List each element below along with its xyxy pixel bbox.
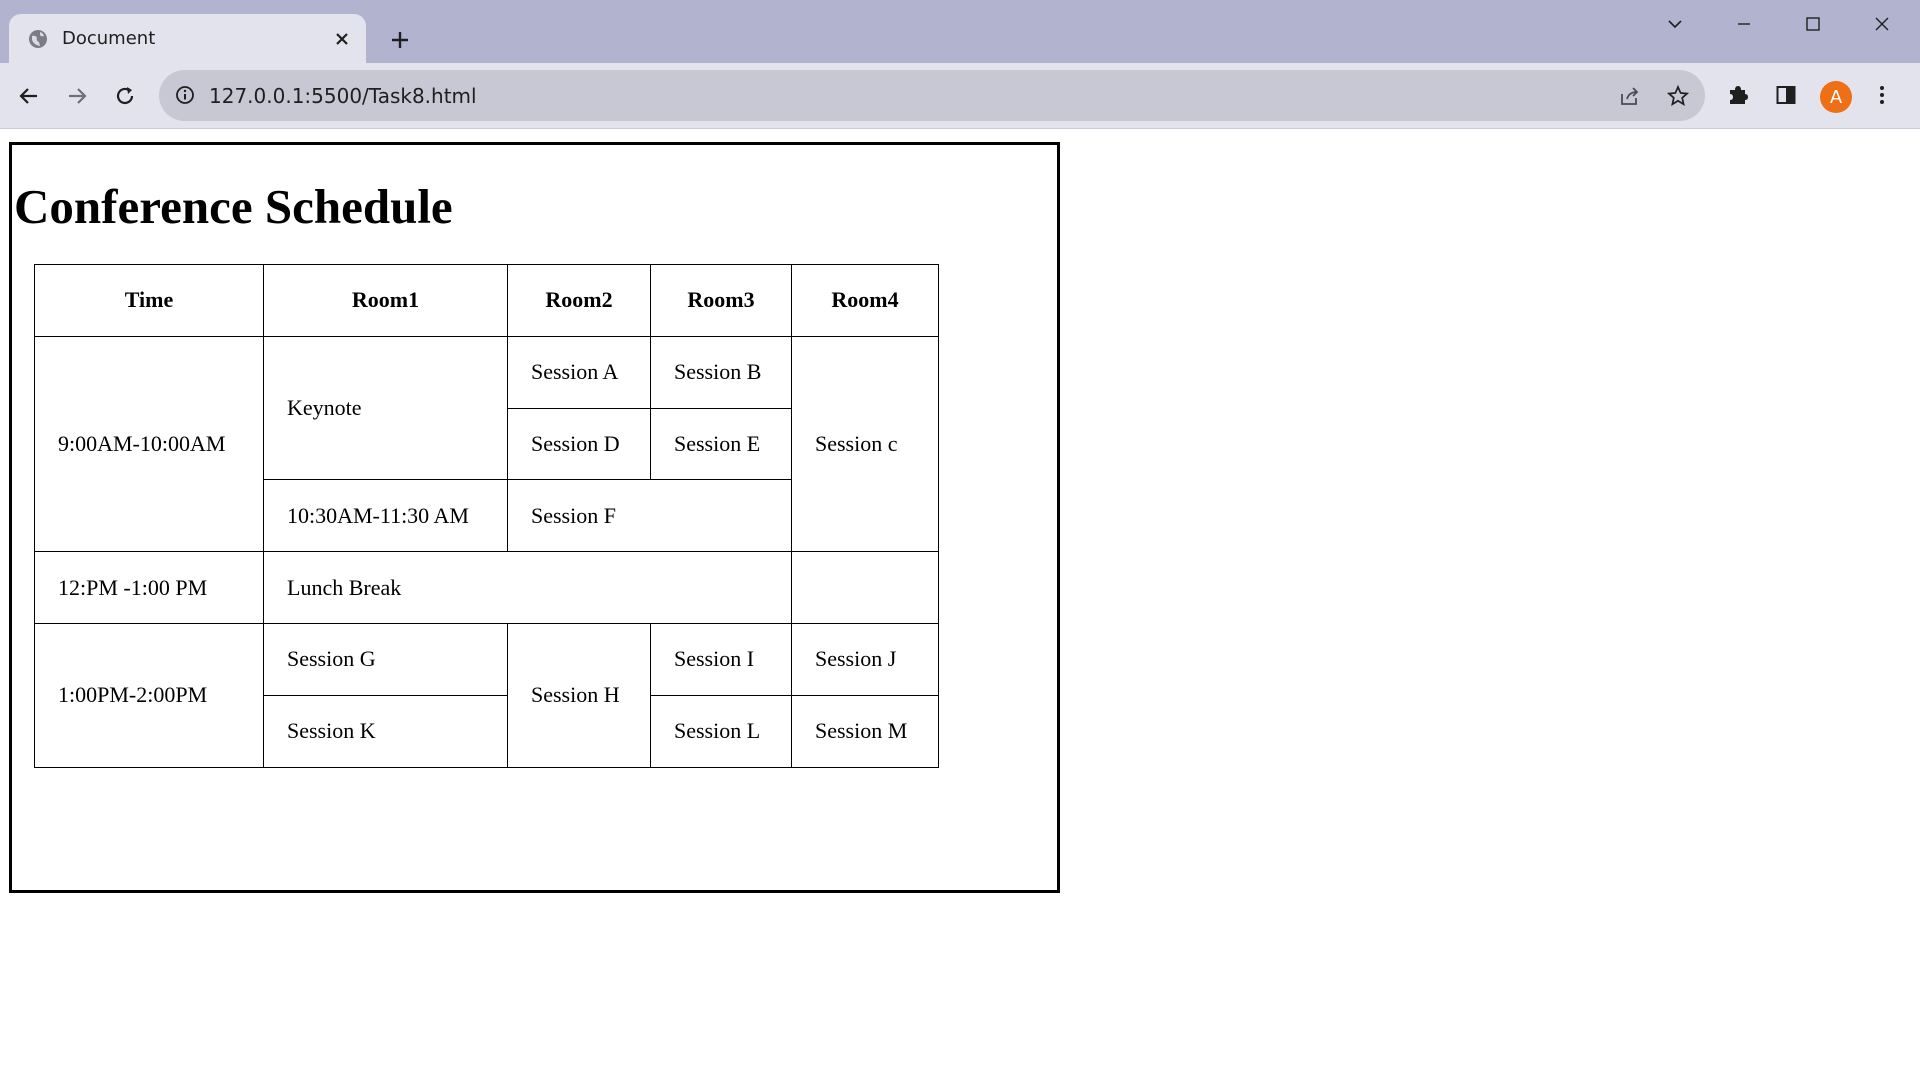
share-icon[interactable] [1616, 82, 1644, 110]
time-cell: 1:00PM-2:00PM [34, 622, 264, 768]
star-icon[interactable] [1664, 82, 1692, 110]
forward-arrow-icon[interactable] [60, 79, 94, 113]
session-cell: Keynote [263, 335, 508, 481]
session-cell: Session J [791, 622, 939, 696]
maximize-icon[interactable] [1790, 6, 1836, 42]
tab-strip: Document [0, 0, 1920, 63]
globe-icon [28, 29, 48, 49]
time-cell: 10:30AM-11:30 AM [263, 479, 508, 553]
session-cell: Session H [507, 622, 651, 768]
avatar[interactable]: A [1820, 81, 1852, 113]
reload-icon[interactable] [108, 79, 142, 113]
header-room1: Room1 [263, 264, 508, 337]
session-cell: Session E [650, 407, 792, 481]
side-panel-icon[interactable] [1770, 79, 1802, 111]
table-row: 1:00PM-2:00PM Session G Session H Sessio… [34, 622, 939, 768]
session-cell: Session I [650, 622, 792, 696]
session-cell: Session F [507, 479, 792, 553]
table-row: 12:PM -1:00 PM Lunch Break [34, 551, 939, 624]
session-cell: Session B [650, 335, 792, 409]
header-room2: Room2 [507, 264, 651, 337]
plus-icon[interactable] [384, 24, 416, 56]
schedule-container: Conference Schedule Time Room1 Room2 Roo… [9, 142, 1060, 893]
chevron-down-icon[interactable] [1652, 6, 1698, 42]
session-cell: Session D [507, 407, 651, 481]
header-row: Time Room1 Room2 Room3 Room4 [34, 264, 939, 337]
session-cell: Session M [791, 694, 939, 768]
close-icon[interactable] [1859, 6, 1905, 42]
browser-tab[interactable]: Document [9, 14, 366, 63]
session-cell: Session G [263, 622, 508, 696]
session-cell: Lunch Break [263, 551, 792, 624]
back-arrow-icon[interactable] [12, 79, 46, 113]
browser-toolbar: 127.0.0.1:5500/Task8.html [0, 63, 1920, 129]
info-icon[interactable] [173, 83, 197, 107]
session-cell: Session K [263, 694, 508, 768]
url-text[interactable]: 127.0.0.1:5500/Task8.html [209, 84, 477, 108]
empty-cell [791, 551, 939, 624]
header-room3: Room3 [650, 264, 792, 337]
page-title: Conference Schedule [14, 179, 453, 234]
header-time: Time [34, 264, 264, 337]
time-cell: 12:PM -1:00 PM [34, 551, 264, 624]
puzzle-icon[interactable] [1722, 79, 1754, 111]
table-row: 9:00AM-10:00AM Keynote Session A Session… [34, 335, 939, 553]
address-bar[interactable]: 127.0.0.1:5500/Task8.html [159, 70, 1705, 121]
header-room4: Room4 [791, 264, 939, 337]
session-cell: Session A [507, 335, 651, 409]
tab-title: Document [62, 28, 156, 49]
schedule-table: Time Room1 Room2 Room3 Room4 9:00AM-10:0… [34, 264, 939, 768]
close-icon[interactable] [328, 25, 356, 53]
session-cell: Session c [791, 335, 939, 553]
time-cell: 9:00AM-10:00AM [34, 335, 264, 553]
minimize-icon[interactable] [1721, 6, 1767, 42]
session-cell: Session L [650, 694, 792, 768]
kebab-menu-icon[interactable] [1866, 79, 1898, 111]
